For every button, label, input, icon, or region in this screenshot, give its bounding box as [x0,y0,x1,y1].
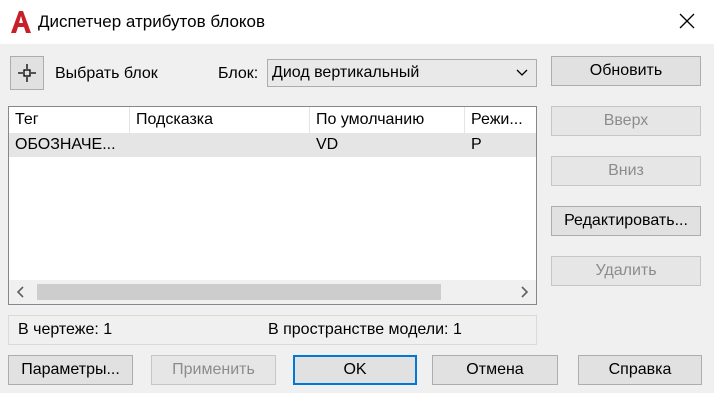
block-label: Блок: [218,65,259,82]
move-down-button[interactable]: Вниз [551,156,701,186]
move-up-button[interactable]: Вверх [551,106,701,136]
attribute-table[interactable]: Тег Подсказка По умолчанию Режи... ОБОЗН… [8,106,537,305]
scrollbar-thumb[interactable] [37,284,441,300]
edit-button[interactable]: Редактировать... [551,206,701,236]
column-header-default[interactable]: По умолчанию [310,107,465,133]
help-button[interactable]: Справка [578,355,702,385]
chevron-down-icon [516,69,528,76]
column-header-tag[interactable]: Тег [9,107,130,133]
sync-button[interactable]: Обновить [551,56,701,86]
column-header-prompt[interactable]: Подсказка [130,107,310,133]
autocad-a-icon [11,11,31,33]
horizontal-scrollbar[interactable] [9,280,536,304]
block-dropdown[interactable]: Диод вертикальный [267,59,537,87]
block-dropdown-value: Диод вертикальный [272,64,420,81]
cancel-button[interactable]: Отмена [432,355,558,385]
in-model-space-count: В пространстве модели: 1 [268,321,462,338]
in-drawing-count: В чертеже: 1 [18,321,113,338]
column-header-mode[interactable]: Режи... [465,107,536,133]
status-panel: В чертеже: 1 В пространстве модели: 1 [8,315,537,345]
select-block-button[interactable] [10,56,44,90]
scroll-left-icon[interactable] [9,280,31,304]
remove-button[interactable]: Удалить [551,256,701,286]
close-icon[interactable] [672,8,702,36]
scroll-right-icon[interactable] [514,280,536,304]
crosshair-pick-icon [18,64,36,82]
apply-button[interactable]: Применить [151,355,276,385]
title-bar: Диспетчер атрибутов блоков [0,0,714,44]
cell-tag: ОБОЗНАЧЕ... [15,136,116,153]
table-row[interactable]: ОБОЗНАЧЕ... VD P [9,133,536,157]
cell-mode: P [471,136,482,153]
window-title: Диспетчер атрибутов блоков [38,12,266,31]
cell-default: VD [316,136,339,153]
select-block-label[interactable]: Выбрать блок [55,65,158,83]
ok-button[interactable]: OK [293,355,417,385]
settings-button[interactable]: Параметры... [8,355,133,385]
